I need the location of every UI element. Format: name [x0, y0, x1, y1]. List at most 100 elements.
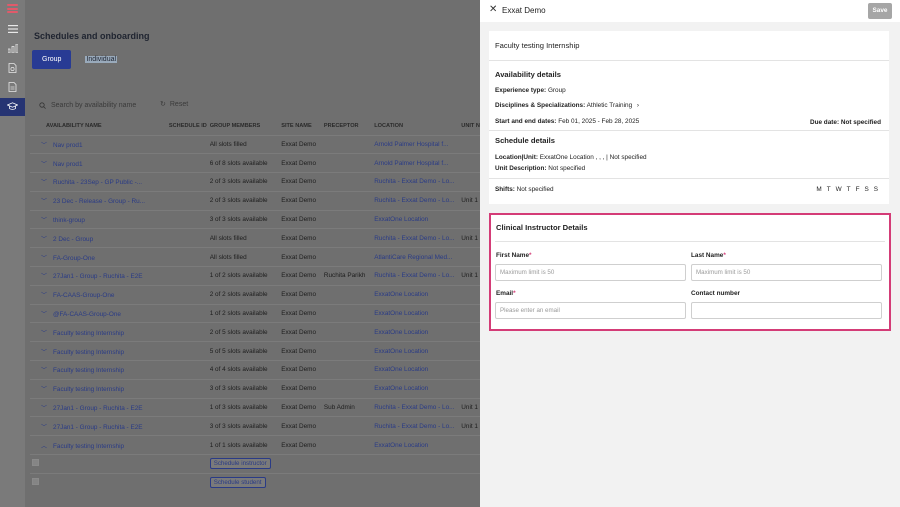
document-icon[interactable] [7, 82, 18, 92]
availability-name-cell[interactable]: ﹀ Faculty testing Internship [30, 360, 169, 380]
chevron-down-icon[interactable]: ﹀ [41, 309, 47, 318]
location-cell[interactable]: Ruchita - Exxat Demo - Lo... [374, 266, 462, 286]
chevron-down-icon[interactable]: ﹀ [41, 140, 47, 149]
availability-name-cell[interactable]: ﹀ Faculty testing Internship [30, 378, 169, 399]
table-row[interactable]: ﹀ think-group 3 of 3 slots available Exxat … [30, 209, 480, 229]
email-label: Email* [496, 290, 516, 297]
chevron-down-icon[interactable]: ﹀ [41, 215, 47, 224]
email-field[interactable] [495, 302, 686, 319]
availability-name-cell[interactable]: ﹀ FA-CAAS-Group-One [30, 284, 169, 305]
availability-name-cell[interactable]: ﹀ Nav prod1 [30, 153, 169, 173]
table-row[interactable]: ﹀ 23 Dec - Release - Group - Ru... 2 of 3 … [30, 190, 480, 211]
location-cell[interactable]: ExxatOne Location [374, 303, 462, 323]
location-cell[interactable]: ExxatOne Location [374, 209, 462, 229]
table-row[interactable]: ﹀ 27Jan1 - Group - Ruchita - E2E 1 of 2 sl… [30, 266, 480, 286]
chevron-down-icon[interactable]: ﹀ [41, 403, 47, 412]
chevron-down-icon[interactable]: ﹀ [41, 365, 47, 374]
location-cell[interactable]: AtlantiCare Regional Med... [374, 247, 462, 267]
location-cell[interactable]: Ruchita - Exxat Demo - Lo... [374, 228, 462, 248]
availability-name-cell[interactable]: ﹀ Nav prod1 [30, 134, 169, 154]
chevron-down-icon[interactable]: ﹀ [41, 347, 47, 356]
chevron-down-icon[interactable]: ﹀ [41, 234, 47, 243]
col-availability-name[interactable]: AVAILABILITY NAME [30, 118, 169, 135]
chevron-down-icon[interactable]: ﹀ [41, 290, 47, 299]
table-row[interactable]: ﹀ Nav prod1 6 of 8 slots available Exxat De… [30, 153, 480, 173]
chevron-down-icon[interactable]: ﹀ [41, 196, 47, 205]
table-row[interactable]: ﹀ 2 Dec - Group All slots filled Exxat Demo… [30, 228, 480, 248]
chevron-down-icon[interactable]: ﹀ [41, 422, 47, 431]
location-cell[interactable]: ExxatOne Location [374, 360, 462, 380]
availability-name-cell[interactable]: ﹀ 23 Dec - Release - Group - Ru... [30, 190, 169, 211]
chevron-down-icon[interactable]: ﹀ [41, 271, 47, 280]
availability-name-cell[interactable]: ﹀ @FA-CAAS-Group-One [30, 303, 169, 323]
sidebar-item-schedules[interactable] [0, 98, 25, 116]
location-cell[interactable]: ExxatOne Location [374, 284, 462, 305]
chevron-down-icon[interactable]: ﹀ [41, 253, 47, 262]
availability-name-cell[interactable]: ﹀ Ruchita - 23Sep - GP Public -... [30, 172, 169, 192]
location-cell[interactable]: Ruchita - Exxat Demo - Lo... [374, 172, 462, 192]
row-checkbox[interactable] [32, 478, 39, 486]
table-row[interactable]: ﹀ 27Jan1 - Group - Ruchita - E2E 1 of 3 sl… [30, 397, 480, 417]
location-cell[interactable]: Ruchita - Exxat Demo - Lo... [374, 397, 462, 417]
table-row[interactable]: ﹀ Nav prod1 All slots filled Exxat Demo Arno… [30, 134, 480, 154]
table-row[interactable]: ﹀ Ruchita - 23Sep - GP Public -... 2 of 3 … [30, 172, 480, 192]
save-button[interactable]: Save [868, 3, 892, 19]
first-name-field[interactable] [495, 264, 686, 281]
availability-name-cell[interactable]: ︿ Faculty testing Internship [30, 435, 169, 455]
table-row[interactable]: ﹀ 27Jan1 - Group - Ruchita - E2E 3 of 3 sl… [30, 416, 480, 436]
table-row[interactable]: ﹀ Faculty testing Internship 2 of 5 slots … [30, 322, 480, 342]
schedule-instructor-button[interactable]: Schedule instructor [209, 458, 271, 470]
table-row[interactable]: ﹀ FA-Group-One All slots filled Exxat Demo A… [30, 247, 480, 267]
availability-name-cell[interactable]: ﹀ 27Jan1 - Group - Ruchita - E2E [30, 266, 169, 286]
schedule-student-button[interactable]: Schedule student [209, 477, 266, 489]
last-name-field[interactable] [691, 264, 882, 281]
location-cell[interactable]: ExxatOne Location [374, 435, 462, 455]
col-unit[interactable]: UNIT N [461, 118, 480, 135]
availability-name-cell[interactable]: ﹀ think-group [30, 209, 169, 229]
reset-button[interactable]: ↻ Reset [160, 100, 188, 109]
contact-number-field[interactable] [691, 302, 882, 319]
chevron-right-icon[interactable]: › [637, 102, 639, 109]
chevron-down-icon[interactable]: ﹀ [41, 177, 47, 186]
location-cell[interactable]: ExxatOne Location [374, 341, 462, 361]
availability-name-cell[interactable]: ﹀ 27Jan1 - Group - Ruchita - E2E [30, 397, 169, 417]
col-schedule-id[interactable]: SCHEDULE ID [169, 118, 210, 135]
location-cell[interactable]: Arnold Palmer Hospital f... [374, 134, 462, 154]
location-cell[interactable]: Arnold Palmer Hospital f... [374, 153, 462, 173]
availability-name-cell[interactable]: ﹀ 2 Dec - Group [30, 228, 169, 248]
schedule-id-cell [168, 360, 210, 380]
table-row[interactable]: ﹀ FA-CAAS-Group-One 2 of 2 slots available… [30, 284, 480, 305]
col-site-name[interactable]: SITE NAME [281, 118, 324, 135]
col-preceptor[interactable]: PRECEPTOR [324, 118, 374, 135]
availability-name-cell[interactable]: ﹀ FA-Group-One [30, 247, 169, 267]
app-logo[interactable] [7, 4, 18, 16]
availability-name-cell[interactable]: ﹀ Faculty testing Internship [30, 341, 169, 361]
table-row[interactable]: ﹀ Faculty testing Internship 4 of 4 slots … [30, 360, 480, 380]
availability-name-cell[interactable]: ﹀ Faculty testing Internship [30, 322, 169, 342]
divider [489, 178, 889, 179]
row-checkbox[interactable] [32, 459, 39, 467]
analytics-icon[interactable] [7, 43, 18, 54]
location-cell[interactable]: ExxatOne Location [374, 322, 462, 342]
chevron-down-icon[interactable]: ﹀ [41, 384, 47, 393]
close-icon[interactable]: ✕ [489, 5, 497, 15]
table-row[interactable]: ﹀ @FA-CAAS-Group-One 1 of 2 slots availabl… [30, 303, 480, 323]
group-members-cell: 1 of 1 slots available [209, 435, 282, 455]
group-tab[interactable]: Group [32, 50, 72, 69]
col-location[interactable]: LOCATION [374, 118, 461, 135]
location-cell[interactable]: Ruchita - Exxat Demo - Lo... [374, 416, 462, 436]
table-row[interactable]: ﹀ Faculty testing Internship 5 of 5 slots … [30, 341, 480, 361]
chevron-down-icon[interactable]: ﹀ [41, 159, 47, 168]
menu-icon[interactable] [7, 25, 18, 35]
location-cell[interactable]: ExxatOne Location [374, 378, 462, 399]
report-icon[interactable] [7, 63, 18, 73]
col-group-members[interactable]: GROUP MEMBERS [210, 118, 282, 135]
search-input[interactable]: Search by availability name [39, 100, 149, 111]
availability-name-cell[interactable]: ﹀ 27Jan1 - Group - Ruchita - E2E [30, 416, 169, 436]
table-row[interactable]: ︿ Faculty testing Internship 1 of 1 slots … [30, 435, 480, 455]
table-row[interactable]: ﹀ Faculty testing Internship 3 of 3 slots … [30, 378, 480, 399]
chevron-up-icon[interactable]: ︿ [41, 441, 47, 450]
location-cell[interactable]: Ruchita - Exxat Demo - Lo... [374, 190, 462, 211]
chevron-down-icon[interactable]: ﹀ [41, 328, 47, 337]
individual-tab[interactable]: Individual [75, 50, 127, 69]
